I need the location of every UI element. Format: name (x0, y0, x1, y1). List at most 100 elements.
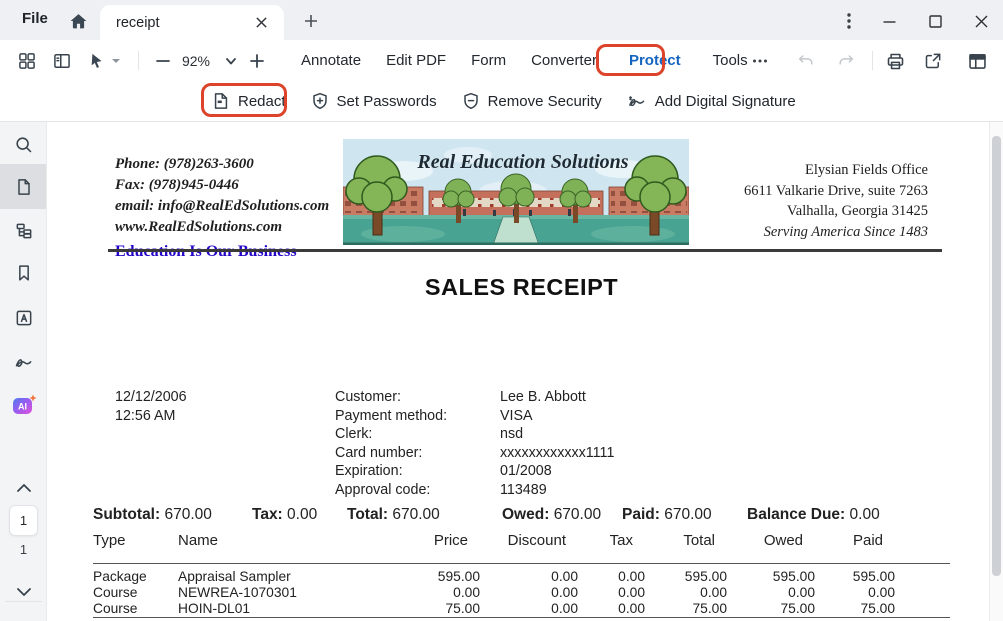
toolbar-divider (138, 51, 139, 70)
cell-total: 0.00 (645, 585, 727, 600)
cell-type: Course (93, 601, 173, 616)
more-button[interactable] (749, 50, 771, 72)
app-menu-button[interactable] (834, 8, 864, 34)
detail-label: Clerk: (335, 425, 447, 444)
bookmarks-button[interactable] (0, 259, 47, 287)
summary-value: 670.00 (392, 506, 439, 523)
share-icon (923, 51, 943, 71)
menu-form[interactable]: Form (471, 52, 506, 69)
column-header: Price (388, 532, 480, 549)
column-header: Type (93, 532, 173, 549)
dropdown-arrow-icon (111, 57, 121, 65)
menu-annotate[interactable]: Annotate (301, 52, 361, 69)
close-tab-icon[interactable] (252, 14, 270, 32)
summary-label: Paid: (622, 506, 660, 523)
scrollbar-thumb[interactable] (992, 136, 1001, 576)
reading-layout-button[interactable] (51, 50, 73, 72)
close-button[interactable] (966, 8, 996, 34)
column-header: Paid (815, 532, 895, 549)
add-digital-signature-button[interactable]: Add Digital Signature (626, 91, 796, 111)
cell-total: 75.00 (645, 601, 727, 616)
contact-fax: Fax: (978)945-0446 (115, 175, 329, 196)
zoom-in-icon (248, 52, 266, 70)
cell-price: 595.00 (388, 569, 480, 584)
cell-name: NEWREA-1070301 (173, 585, 388, 600)
office-tagline: Serving America Since 1483 (744, 222, 928, 243)
header-rule (108, 249, 942, 252)
workspace-layout-button[interactable] (966, 50, 988, 72)
grid-view-button[interactable] (16, 50, 38, 72)
pdf-editor-window: File receipt (0, 0, 1003, 621)
thumbnails-button[interactable] (0, 173, 47, 201)
detail-value: 01/2008 (500, 462, 614, 481)
set-passwords-button[interactable]: Set Passwords (310, 91, 437, 111)
outline-button[interactable] (0, 217, 47, 245)
logo-title: Real Education Solutions (416, 151, 628, 173)
summary-value: 670.00 (664, 506, 711, 523)
cell-paid: 595.00 (815, 569, 895, 584)
summary-label: Subtotal: (93, 506, 160, 523)
menu-protect[interactable]: Protect (622, 52, 688, 69)
zoom-level: 92% (176, 53, 216, 69)
current-page-input[interactable]: 1 (9, 505, 38, 536)
search-icon (13, 134, 34, 155)
detail-value: xxxxxxxxxxxx1111 (500, 444, 614, 463)
detail-label: Payment method: (335, 407, 447, 426)
previous-page-button[interactable] (0, 474, 47, 502)
annotations-icon (14, 308, 34, 328)
tab-receipt[interactable]: receipt (100, 5, 284, 40)
maximize-button[interactable] (920, 8, 950, 34)
print-icon (885, 51, 906, 72)
digital-signature-icon (626, 91, 648, 111)
cell-price: 75.00 (388, 601, 480, 616)
menu-edit-pdf[interactable]: Edit PDF (386, 52, 446, 69)
print-button[interactable] (884, 50, 906, 72)
summary-owed: Owed: 670.00 (502, 506, 601, 524)
column-header: Discount (480, 532, 578, 549)
zoom-in-button[interactable] (246, 50, 268, 72)
select-tool-dropdown[interactable] (109, 50, 123, 72)
reading-layout-icon (52, 51, 72, 71)
cell-paid: 75.00 (815, 601, 895, 616)
summary-balance-due: Balance Due: 0.00 (747, 506, 880, 524)
summary-label: Total: (347, 506, 388, 523)
select-tool-button[interactable] (86, 50, 108, 72)
new-tab-button[interactable] (300, 10, 322, 32)
annotations-button[interactable] (0, 304, 47, 332)
home-icon (68, 11, 89, 32)
zoom-dropdown[interactable] (220, 50, 242, 72)
ai-assistant-button[interactable]: AI (0, 391, 47, 419)
menu-tools[interactable]: Tools (713, 52, 748, 69)
detail-label: Customer: (335, 388, 447, 407)
vertical-scrollbar[interactable] (989, 122, 1003, 621)
share-button[interactable] (922, 50, 944, 72)
sidebar-divider (5, 601, 42, 602)
undo-button[interactable] (795, 50, 817, 72)
summary-label: Balance Due: (747, 506, 845, 523)
summary-value: 0.00 (287, 506, 317, 523)
file-menu[interactable]: File (22, 10, 48, 27)
signatures-button[interactable] (0, 348, 47, 376)
redact-button[interactable]: Redact (211, 91, 286, 111)
redo-button[interactable] (835, 50, 857, 72)
office-street: 6611 Valkarie Drive, suite 7263 (744, 181, 928, 202)
home-button[interactable] (66, 9, 90, 33)
receipt-date: 12/12/2006 (115, 388, 187, 407)
total-pages: 1 (0, 542, 47, 557)
add-digital-signature-label: Add Digital Signature (655, 93, 796, 110)
cell-type: Course (93, 585, 173, 600)
remove-security-button[interactable]: Remove Security (461, 91, 602, 111)
ai-icon: AI (11, 393, 37, 418)
zoom-out-button[interactable] (152, 50, 174, 72)
menu-converter[interactable]: Converter (531, 52, 597, 69)
minimize-button[interactable] (874, 8, 904, 34)
workspace-layout-icon (967, 51, 988, 72)
column-header: Name (173, 532, 388, 549)
cell-name: Appraisal Sampler (173, 569, 388, 584)
cell-tax: 0.00 (578, 585, 645, 600)
cell-paid: 0.00 (815, 585, 895, 600)
search-button[interactable] (0, 130, 47, 158)
redact-label: Redact (238, 93, 286, 110)
office-city: Valhalla, Georgia 31425 (744, 201, 928, 222)
items-table-header: Type Name Price Discount Tax Total Owed … (93, 532, 903, 549)
